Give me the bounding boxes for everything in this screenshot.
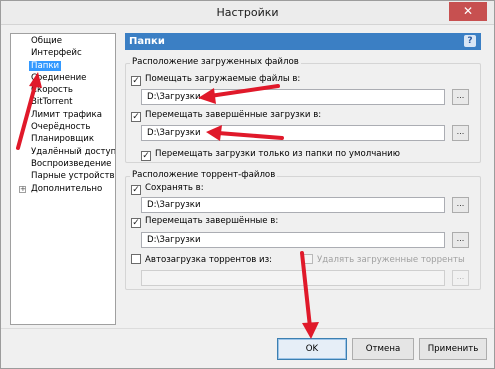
tree-item-label: Интерфейс bbox=[31, 48, 82, 59]
tree-item-bittorrent[interactable]: BitTorrent bbox=[11, 96, 115, 108]
move-completed-torrents-checkbox[interactable]: ✓ bbox=[131, 218, 141, 228]
tree-item-label: Воспроизведение bbox=[31, 158, 112, 169]
move-completed-torrents-label: Перемещать завершённые в: bbox=[145, 216, 279, 226]
place-downloads-browse-button[interactable]: ... bbox=[452, 89, 469, 105]
tree-item-label: Дополнительно bbox=[31, 183, 103, 194]
autoload-torrents-option[interactable]: Автозагрузка торрентов из: bbox=[131, 254, 272, 266]
tree-item-label: Скорость bbox=[31, 85, 73, 96]
tree-item-playback[interactable]: Воспроизведение bbox=[11, 158, 115, 170]
tree-item-general[interactable]: Общие bbox=[11, 35, 115, 47]
tree-item-folders[interactable]: Папки bbox=[11, 60, 115, 72]
tree-item-label: BitTorrent bbox=[31, 97, 73, 108]
ok-button[interactable]: OK bbox=[277, 338, 347, 360]
tree-item-paired-devices[interactable]: Парные устройства bbox=[11, 170, 115, 182]
move-completed-option[interactable]: ✓ Перемещать завершённые загрузки в: bbox=[131, 110, 321, 122]
tree-item-label: Лимит трафика bbox=[31, 109, 102, 120]
save-torrents-label: Сохранять в: bbox=[145, 183, 204, 193]
tree-item-advanced[interactable]: + Дополнительно bbox=[11, 183, 115, 195]
move-completed-torrents-path-input[interactable]: D:\Загрузки bbox=[141, 232, 445, 248]
move-completed-label: Перемещать завершённые загрузки в: bbox=[145, 110, 322, 120]
tree-item-remote[interactable]: Удалённый доступ bbox=[11, 146, 115, 158]
delete-loaded-torrents-checkbox[interactable] bbox=[303, 254, 313, 264]
move-completed-path-input[interactable]: D:\Загрузки bbox=[141, 125, 445, 141]
only-default-folder-option[interactable]: ✓ Перемещать загрузки только из папки по … bbox=[141, 149, 400, 161]
autoload-browse-button[interactable]: ... bbox=[452, 270, 469, 286]
tree-item-label: Папки bbox=[29, 60, 62, 71]
save-torrents-path-input[interactable]: D:\Загрузки bbox=[141, 197, 445, 213]
settings-tree: Общие Интерфейс Папки Соединение Скорост… bbox=[10, 33, 116, 325]
torrent-files-legend: Расположение торрент-файлов bbox=[130, 170, 278, 180]
place-downloads-path-input[interactable]: D:\Загрузки bbox=[141, 89, 445, 105]
place-downloads-option[interactable]: ✓ Помещать загружаемые файлы в: bbox=[131, 74, 300, 86]
save-torrents-option[interactable]: ✓ Сохранять в: bbox=[131, 183, 204, 195]
expand-plus-icon[interactable]: + bbox=[19, 185, 26, 193]
panel-header: Папки ? bbox=[125, 33, 481, 50]
tree-item-label: Очерёдность bbox=[31, 122, 91, 133]
title-bar: Настройки ✕ bbox=[1, 1, 494, 25]
tree-item-label: Общие bbox=[31, 36, 63, 46]
autoload-path-input[interactable] bbox=[141, 270, 445, 286]
cancel-button[interactable]: Отмена bbox=[352, 338, 414, 360]
place-downloads-checkbox[interactable]: ✓ bbox=[131, 76, 141, 86]
move-completed-browse-button[interactable]: ... bbox=[452, 125, 469, 141]
tree-item-label: Соединение bbox=[31, 72, 87, 83]
tree-item-speed[interactable]: Скорость bbox=[11, 84, 115, 96]
footer-divider bbox=[1, 328, 494, 329]
autoload-torrents-label: Автозагрузка торрентов из: bbox=[145, 255, 273, 265]
tree-item-interface[interactable]: Интерфейс bbox=[11, 47, 115, 59]
tree-item-connection[interactable]: Соединение bbox=[11, 72, 115, 84]
tree-item-label: Удалённый доступ bbox=[31, 146, 115, 157]
tree-item-queue[interactable]: Очерёдность bbox=[11, 121, 115, 133]
only-default-folder-checkbox[interactable]: ✓ bbox=[141, 151, 151, 161]
only-default-folder-label: Перемещать загрузки только из папки по у… bbox=[155, 149, 401, 159]
save-torrents-browse-button[interactable]: ... bbox=[452, 197, 469, 213]
autoload-torrents-checkbox[interactable] bbox=[131, 254, 141, 264]
settings-window: Настройки ✕ Общие Интерфейс Папки Соедин… bbox=[0, 0, 495, 369]
delete-loaded-torrents-label: Удалять загруженные торренты bbox=[317, 255, 465, 265]
tree-item-label: Планировщик bbox=[31, 134, 95, 145]
tree-item-traffic-limit[interactable]: Лимит трафика bbox=[11, 109, 115, 121]
apply-button[interactable]: Применить bbox=[419, 338, 487, 360]
panel-title: Папки bbox=[129, 36, 165, 47]
save-torrents-checkbox[interactable]: ✓ bbox=[131, 185, 141, 195]
place-downloads-label: Помещать загружаемые файлы в: bbox=[145, 74, 301, 84]
move-completed-torrents-browse-button[interactable]: ... bbox=[452, 232, 469, 248]
downloaded-files-legend: Расположение загруженных файлов bbox=[130, 57, 301, 67]
delete-loaded-torrents-option[interactable]: Удалять загруженные торренты bbox=[303, 254, 465, 266]
close-button[interactable]: ✕ bbox=[449, 2, 487, 21]
window-title: Настройки bbox=[216, 6, 279, 19]
move-completed-checkbox[interactable]: ✓ bbox=[131, 112, 141, 122]
move-completed-torrents-option[interactable]: ✓ Перемещать завершённые в: bbox=[131, 216, 278, 228]
tree-item-scheduler[interactable]: Планировщик bbox=[11, 133, 115, 145]
help-icon[interactable]: ? bbox=[464, 35, 476, 47]
tree-item-label: Парные устройства bbox=[31, 171, 115, 182]
